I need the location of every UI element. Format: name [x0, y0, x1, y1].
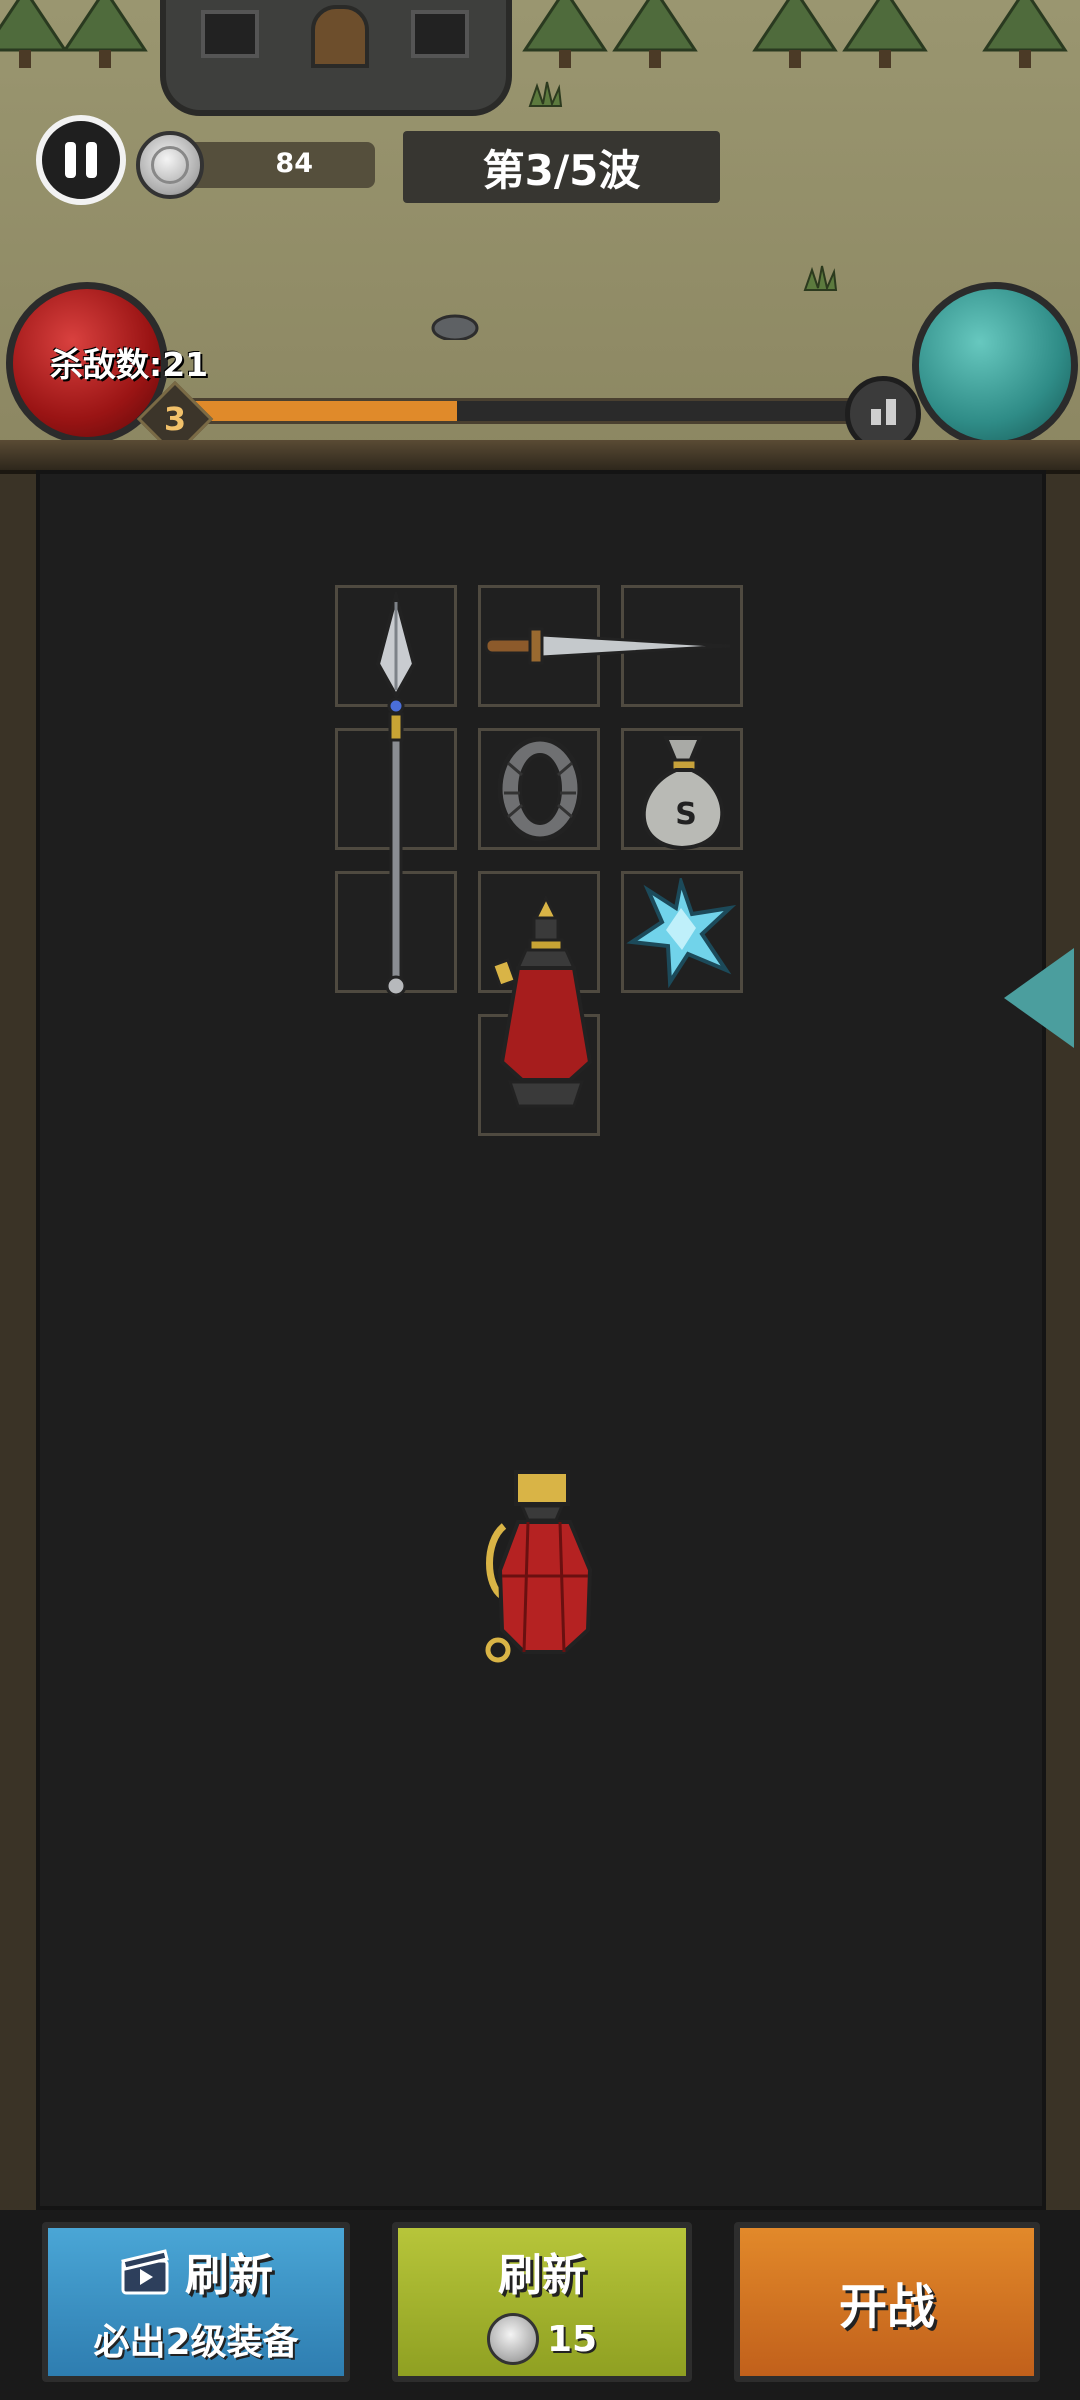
castle-door — [311, 5, 369, 68]
castle-window — [201, 10, 259, 58]
mana-orb — [912, 282, 1078, 448]
kill-count: 杀敌数:21 — [50, 345, 209, 384]
pine-tree-icon — [62, 0, 148, 68]
pine-tree-icon — [842, 0, 928, 68]
silver-coin-icon — [486, 2313, 539, 2365]
xp-progress-fill — [183, 401, 457, 421]
coin-amount: 84 — [275, 148, 313, 179]
start-battle-button[interactable]: 开战 — [734, 2222, 1040, 2382]
pause-button[interactable] — [36, 115, 126, 205]
start-battle-label: 开战 — [838, 2279, 935, 2335]
red-lantern-potion-icon[interactable] — [478, 1466, 608, 1666]
refresh-coin-button[interactable]: 刷新 15 — [392, 2222, 692, 2382]
castle-gate — [160, 0, 512, 116]
castle-window — [411, 10, 469, 58]
level-number: 3 — [163, 400, 187, 438]
pine-tree-icon — [612, 0, 698, 68]
wave-indicator: 第3/5波 — [403, 131, 720, 203]
spear-icon[interactable] — [360, 592, 432, 1002]
money-bag-icon[interactable]: S — [624, 728, 742, 856]
refresh-ad-subtitle: 必出2级装备 — [93, 2322, 299, 2363]
refresh-ad-label: 刷新 — [185, 2250, 273, 2301]
xp-progress-bar — [180, 398, 870, 424]
dagger-icon[interactable] — [480, 615, 740, 675]
refresh-ad-button[interactable]: 刷新 必出2级装备 — [42, 2222, 350, 2382]
red-potion-icon[interactable] — [482, 892, 600, 1114]
bar-chart-icon — [870, 409, 881, 425]
ring-icon[interactable] — [492, 733, 588, 845]
pause-icon — [65, 142, 76, 178]
video-ad-icon — [121, 2249, 169, 2295]
grass-tuft-icon — [803, 265, 838, 292]
ice-crystal-icon[interactable] — [626, 878, 736, 988]
refresh-coin-label: 刷新 — [498, 2250, 586, 2301]
pine-tree-icon — [522, 0, 608, 68]
rock-icon — [431, 314, 479, 340]
inventory-frame-top — [0, 440, 1080, 474]
pine-tree-icon — [752, 0, 838, 68]
side-panel-arrow[interactable] — [1004, 948, 1074, 1048]
grass-tuft-icon — [528, 81, 563, 108]
silver-coin-icon — [136, 131, 204, 199]
pine-tree-icon — [982, 0, 1068, 68]
svg-text:S: S — [675, 797, 697, 832]
refresh-coin-cost: 15 — [546, 2318, 598, 2360]
